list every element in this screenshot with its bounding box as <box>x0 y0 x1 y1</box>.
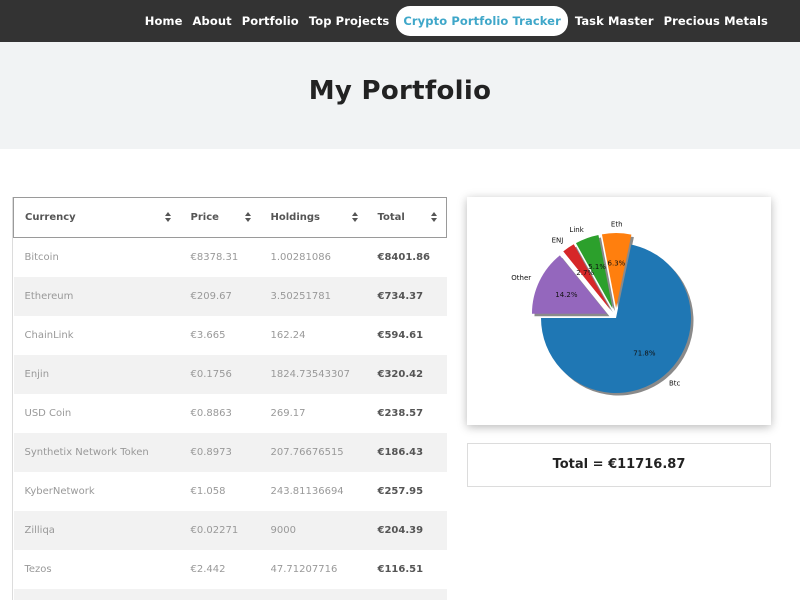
sort-icon <box>244 212 251 223</box>
cell-holdings: 3.50251781 <box>259 276 367 316</box>
cell-currency: ChainLink <box>13 315 180 355</box>
portfolio-table-container: Currency Price Holdings Total Bitcoin €83… <box>12 197 447 600</box>
pie-category-label: Btc <box>669 380 681 388</box>
cell-total: €238.57 <box>366 393 447 433</box>
portfolio-pie-chart: Btc71.8%Eth6.3%Link5.1%ENJ2.7%Other14.2% <box>511 221 694 396</box>
table-row: Zilliqa €0.02271 9000 €204.39 <box>13 510 447 550</box>
cell-holdings: 1824.73543307 <box>259 354 367 394</box>
pie-percent-label: 6.3% <box>608 260 626 268</box>
cell-currency <box>13 588 180 600</box>
nav-menu: Home About Portfolio Top Projects Crypto Por… <box>140 6 773 36</box>
table-header-row: Currency Price Holdings Total <box>13 197 447 238</box>
portfolio-pie-chart-card: Btc 71.8% Eth 6.3% Link 5.1% ENJ 2.7% Other 14.2% <box>467 197 771 425</box>
portfolio-total-value: Total = €11716.87 <box>552 457 686 472</box>
cell-currency: USD Coin <box>13 393 180 433</box>
table-row <box>13 588 447 600</box>
cell-holdings: 47.71207716 <box>259 549 367 589</box>
cell-total: €204.39 <box>366 510 447 550</box>
cell-holdings: 9000 <box>259 510 367 550</box>
cell-holdings: 243.81136694 <box>259 471 367 511</box>
cell-currency: Bitcoin <box>13 237 180 277</box>
cell-price: €2.442 <box>179 549 260 589</box>
nav-link-top-projects[interactable]: Top Projects <box>304 6 395 36</box>
pie-category-label: ENJ <box>552 237 564 245</box>
cell-price: €209.67 <box>179 276 260 316</box>
table-row: USD Coin €0.8863 269.17 €238.57 <box>13 393 447 433</box>
cell-currency: Synthetix Network Token <box>13 432 180 472</box>
table-row: Enjin €0.1756 1824.73543307 €320.42 <box>13 354 447 394</box>
column-header-label: Total <box>377 212 405 223</box>
cell-total: €257.95 <box>366 471 447 511</box>
table-row: Ethereum €209.67 3.50251781 €734.37 <box>13 276 447 316</box>
cell-holdings: 269.17 <box>259 393 367 433</box>
sort-icon <box>164 212 171 223</box>
nav-link-precious-metals[interactable]: Precious Metals <box>659 6 773 36</box>
pie-percent-label: 2.7% <box>576 269 594 277</box>
cell-currency: Tezos <box>13 549 180 589</box>
cell-total: €734.37 <box>366 276 447 316</box>
column-header-label: Price <box>190 212 219 223</box>
cell-price: €3.665 <box>179 315 260 355</box>
cell-price <box>179 588 260 600</box>
column-header-currency[interactable]: Currency <box>13 197 180 238</box>
table-row: Bitcoin €8378.31 1.00281086 €8401.86 <box>13 237 447 277</box>
cell-price: €1.058 <box>179 471 260 511</box>
cell-price: €0.02271 <box>179 510 260 550</box>
portfolio-table: Currency Price Holdings Total Bitcoin €83… <box>13 197 447 600</box>
hero-banner: My Portfolio <box>0 42 800 149</box>
column-header-price[interactable]: Price <box>179 197 260 238</box>
sort-icon <box>431 212 437 223</box>
cell-price: €0.8863 <box>179 393 260 433</box>
table-row: ChainLink €3.665 162.24 €594.61 <box>13 315 447 355</box>
cell-currency: Enjin <box>13 354 180 394</box>
cell-holdings: 1.00281086 <box>259 237 367 277</box>
nav-link-home[interactable]: Home <box>140 6 188 36</box>
cell-holdings: 162.24 <box>259 315 367 355</box>
column-header-label: Currency <box>25 212 76 223</box>
column-header-total[interactable]: Total <box>366 197 447 238</box>
cell-total: €8401.86 <box>366 237 447 277</box>
cell-holdings: 207.76676515 <box>259 432 367 472</box>
nav-link-about[interactable]: About <box>188 6 237 36</box>
nav-link-crypto-portfolio-tracker[interactable]: Crypto Portfolio Tracker <box>396 6 568 36</box>
table-row: Tezos €2.442 47.71207716 €116.51 <box>13 549 447 589</box>
pie-category-label: Link <box>569 226 584 234</box>
nav-link-portfolio[interactable]: Portfolio <box>237 6 304 36</box>
column-header-label: Holdings <box>270 212 320 223</box>
pie-percent-label: 14.2% <box>555 291 578 299</box>
cell-total: €116.51 <box>366 549 447 589</box>
portfolio-total-box: Total = €11716.87 <box>467 443 771 487</box>
table-row: Synthetix Network Token €0.8973 207.766765… <box>13 432 447 472</box>
top-navbar: Home About Portfolio Top Projects Crypto Por… <box>0 0 800 42</box>
cell-currency: Ethereum <box>13 276 180 316</box>
cell-price: €0.1756 <box>179 354 260 394</box>
pie-category-label: Other <box>511 274 531 282</box>
cell-total: €594.61 <box>366 315 447 355</box>
column-header-holdings[interactable]: Holdings <box>259 197 367 238</box>
cell-total: €320.42 <box>366 354 447 394</box>
cell-currency: KyberNetwork <box>13 471 180 511</box>
table-body: Bitcoin €8378.31 1.00281086 €8401.86 Ethereu… <box>13 237 447 600</box>
pie-percent-label: 71.8% <box>633 349 656 357</box>
pie-category-label: Eth <box>611 221 623 229</box>
cell-holdings <box>259 588 367 600</box>
cell-total <box>366 588 447 600</box>
cell-currency: Zilliqa <box>13 510 180 550</box>
page-title: My Portfolio <box>308 76 492 106</box>
sort-icon <box>351 212 358 223</box>
nav-link-task-master[interactable]: Task Master <box>570 6 659 36</box>
cell-price: €8378.31 <box>179 237 260 277</box>
cell-price: €0.8973 <box>179 432 260 472</box>
table-row: KyberNetwork €1.058 243.81136694 €257.95 <box>13 471 447 511</box>
cell-total: €186.43 <box>366 432 447 472</box>
